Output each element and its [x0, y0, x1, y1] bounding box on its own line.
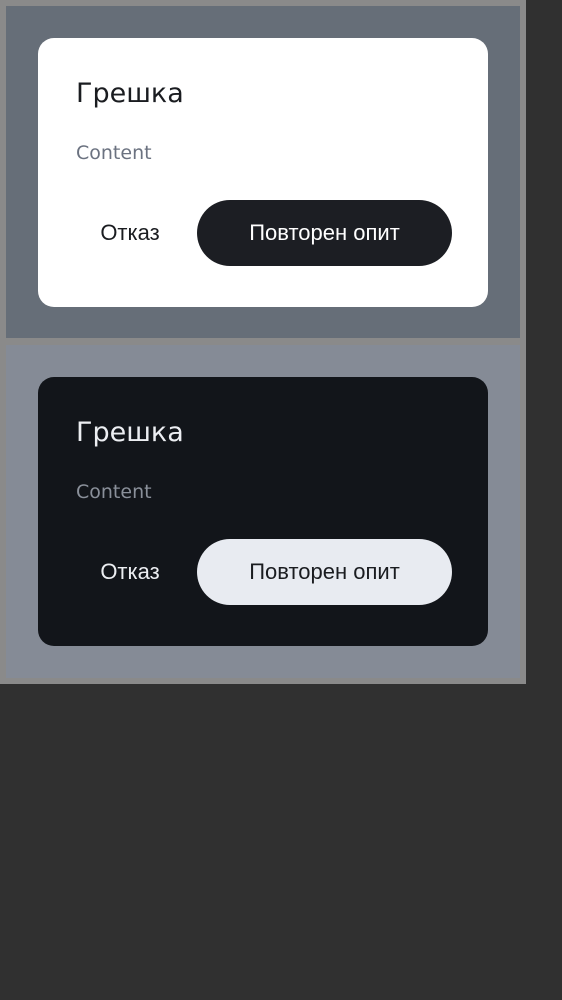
- retry-button[interactable]: Повторен опит: [197, 200, 452, 266]
- error-dialog-light: Грешка Content Отказ Повторен опит: [38, 38, 488, 307]
- dark-theme-preview: Грешка Content Отказ Повторен опит: [6, 345, 520, 678]
- dialog-title: Грешка: [76, 417, 184, 448]
- dialog-title: Грешка: [76, 78, 184, 109]
- cancel-button[interactable]: Отказ: [78, 200, 182, 266]
- cancel-button[interactable]: Отказ: [78, 539, 182, 605]
- dialog-content: Content: [76, 481, 152, 503]
- retry-button[interactable]: Повторен опит: [197, 539, 452, 605]
- light-theme-preview: Грешка Content Отказ Повторен опит: [6, 6, 520, 338]
- preview-frame: Грешка Content Отказ Повторен опит Грешк…: [0, 0, 526, 684]
- error-dialog-dark: Грешка Content Отказ Повторен опит: [38, 377, 488, 646]
- dialog-content: Content: [76, 142, 152, 164]
